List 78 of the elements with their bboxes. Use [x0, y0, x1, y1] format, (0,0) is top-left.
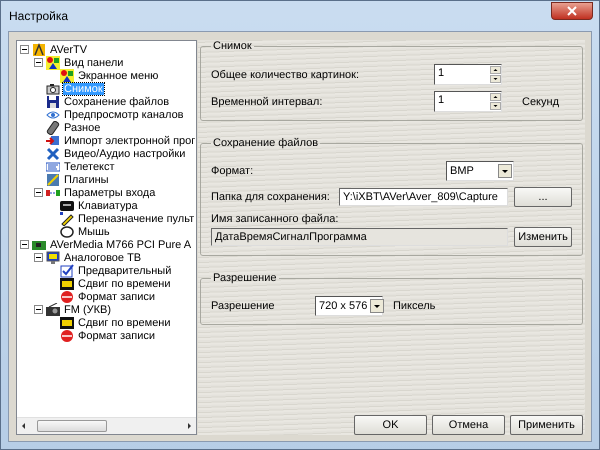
dialog-button[interactable]: OK — [354, 415, 427, 435]
text-icon — [46, 160, 60, 174]
tree-item[interactable]: FM (УКВ) — [63, 304, 112, 316]
tree-item[interactable]: Аналоговое ТВ — [63, 252, 142, 264]
keyboard-icon — [60, 198, 74, 212]
tree-item[interactable]: Клавиатура — [77, 200, 139, 212]
spin-field[interactable]: 1 — [434, 64, 502, 85]
monitor-icon — [46, 250, 60, 264]
format-dropdown[interactable]: BMP — [446, 161, 514, 181]
tree-item[interactable]: Предварительный — [77, 264, 172, 276]
group-title: Снимок — [212, 40, 253, 52]
record-icon — [60, 290, 74, 304]
tree-item[interactable]: Переназначение пульт — [77, 212, 196, 224]
spin-down-icon[interactable] — [490, 75, 501, 84]
tree-item[interactable]: Плагины — [63, 174, 110, 186]
tree-item[interactable]: Сохранение файлов — [63, 96, 170, 108]
scroll-right-icon[interactable] — [185, 422, 194, 430]
horizontal-scrollbar[interactable] — [17, 417, 196, 434]
tree-item[interactable]: Формат записи — [77, 290, 156, 302]
field-label: Папка для сохранения: — [211, 191, 331, 203]
tree-item[interactable]: Сдвиг по времени — [77, 316, 172, 328]
mouse-icon — [60, 224, 74, 238]
checkbox-icon — [60, 264, 74, 278]
group-title: Сохранение файлов — [212, 137, 320, 149]
tree-item[interactable]: Видео/Аудио настройки — [63, 148, 186, 160]
tree-item[interactable]: Формат записи — [77, 330, 156, 342]
unit-label: Секунд — [521, 96, 560, 108]
expander-icon[interactable] — [34, 188, 43, 197]
record-icon — [60, 328, 74, 342]
scroll-left-icon[interactable] — [20, 422, 28, 430]
import-icon — [46, 134, 60, 148]
filename-field[interactable]: ДатаВремяСигналПрограмма — [211, 228, 508, 246]
field-label: Разрешение — [211, 300, 276, 312]
close-button[interactable] — [551, 2, 593, 20]
window-title: Настройка — [9, 9, 68, 23]
expander-icon[interactable] — [34, 58, 43, 67]
folder-field[interactable]: Y:\iXBT\AVer\Aver_809\Capture — [339, 188, 508, 206]
field-label: Формат: — [211, 165, 254, 177]
expander-icon[interactable] — [20, 45, 29, 54]
film-strip-icon — [60, 276, 74, 290]
close-icon — [567, 6, 577, 16]
field-label: Общее количество картинок: — [211, 68, 360, 80]
spin-field[interactable]: 1 — [434, 91, 502, 112]
shapes-icon — [60, 68, 74, 82]
spin-down-icon[interactable] — [490, 102, 501, 110]
logo-icon — [32, 42, 46, 56]
tree-item[interactable]: AVerTV — [49, 44, 88, 56]
change-button[interactable]: Изменить — [514, 227, 572, 247]
browse-button[interactable]: ... — [514, 187, 572, 207]
unit-label: Пиксель — [392, 300, 436, 312]
field-label: Временной интервал: — [211, 96, 324, 108]
tree-item[interactable]: Предпросмотр каналов — [63, 108, 185, 120]
tree-item[interactable]: Импорт электронной прог — [63, 134, 196, 146]
pencil-icon — [60, 212, 74, 226]
tree-item[interactable]: Вид панели — [63, 56, 124, 68]
scrollbar-thumb[interactable] — [37, 420, 107, 432]
shapes-icon — [46, 56, 60, 70]
film-strip-icon — [60, 316, 74, 330]
field-label: Имя записанного файла: — [211, 213, 340, 225]
group-title: Разрешение — [212, 272, 278, 284]
spin-up-icon[interactable] — [490, 66, 501, 74]
tree-item[interactable]: Экранное меню — [77, 70, 160, 82]
expander-icon[interactable] — [34, 253, 43, 262]
radio-icon — [46, 302, 60, 316]
resolution-dropdown[interactable]: 720 x 576 — [315, 296, 383, 316]
floppy-icon — [46, 94, 60, 108]
tree-item[interactable]: Мышь — [77, 226, 111, 238]
tree-item[interactable]: AVerMedia M766 PCI Pure A — [49, 238, 192, 250]
expander-icon[interactable] — [34, 305, 43, 314]
camera-icon — [46, 82, 60, 96]
dialog-button[interactable]: Применить — [510, 415, 583, 435]
tree-item[interactable]: Сдвиг по времени — [77, 278, 172, 290]
expander-icon[interactable] — [20, 240, 29, 249]
spin-up-icon[interactable] — [490, 92, 501, 101]
tree-item[interactable]: Разное — [63, 122, 102, 134]
tree-item[interactable]: Параметры входа — [63, 186, 156, 198]
dialog-button[interactable]: Отмена — [432, 415, 505, 435]
tree-item[interactable]: Телетекст — [63, 160, 116, 172]
